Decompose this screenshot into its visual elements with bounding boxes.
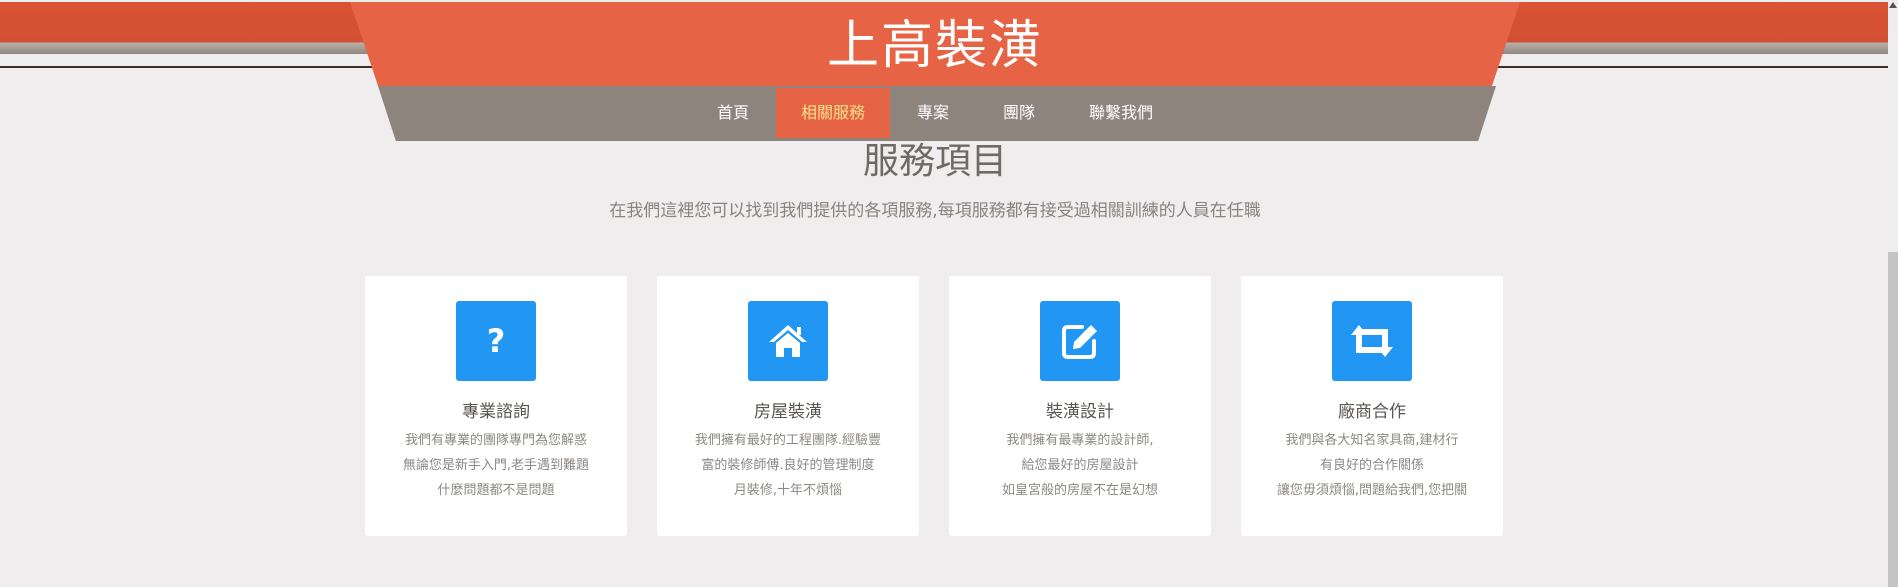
card-desc-line: 讓您毋須煩惱,問題給我們,您把關: [1276, 483, 1468, 498]
card-desc-line: 我們擁有最專業的設計師,: [1006, 433, 1154, 448]
home-icon: [748, 301, 828, 381]
service-card-consult: ? 專業諮詢 我們有專業的團隊專門為您解惑 無論您是新手入門,老手遇到難題 什麼…: [365, 276, 627, 536]
nav-team[interactable]: 團隊: [976, 88, 1062, 138]
nav-services[interactable]: 相關服務: [775, 88, 890, 138]
section-title: 服務項目: [862, 141, 1007, 182]
card-desc-line: 什麼問題都不是問題: [437, 483, 555, 498]
scroll-thumb[interactable]: [1888, 252, 1898, 587]
main-nav: 首頁 相關服務 專案 團隊 聯繫我們: [0, 88, 1870, 138]
nav-contact[interactable]: 聯繫我們: [1062, 88, 1180, 138]
retweet-icon: [1332, 301, 1412, 381]
card-desc-line: 月裝修,十年不煩惱: [733, 483, 843, 498]
service-card-partner: 廠商合作 我們與各大知名家具商,建材行 有良好的合作關係 讓您毋須煩惱,問題給我…: [1241, 276, 1503, 536]
card-description: 我們與各大知名家具商,建材行 有良好的合作關係 讓您毋須煩惱,問題給我們,您把關: [1251, 428, 1493, 503]
card-desc-line: 如皇宮般的房屋不在是幻想: [1001, 483, 1158, 498]
card-description: 我們有專業的團隊專門為您解惑 無論您是新手入門,老手遇到難題 什麼問題都不是問題: [375, 428, 617, 503]
edit-icon: [1040, 301, 1120, 381]
service-card-renovation: 房屋裝潢 我們擁有最好的工程團隊.經驗豐 富的裝修師傅.良好的管理制度 月裝修,…: [657, 276, 919, 536]
service-cards: ? 專業諮詢 我們有專業的團隊專門為您解惑 無論您是新手入門,老手遇到難題 什麼…: [365, 276, 1505, 536]
service-card-design: 裝潢設計 我們擁有最專業的設計師, 給您最好的房屋設計 如皇宮般的房屋不在是幻想: [949, 276, 1211, 536]
card-desc-line: 富的裝修師傅.良好的管理制度: [701, 458, 875, 473]
svg-text:?: ?: [487, 322, 506, 360]
card-description: 我們擁有最專業的設計師, 給您最好的房屋設計 如皇宮般的房屋不在是幻想: [959, 428, 1201, 503]
site-logo[interactable]: 上高裝潢: [0, 12, 1870, 80]
card-description: 我們擁有最好的工程團隊.經驗豐 富的裝修師傅.良好的管理制度 月裝修,十年不煩惱: [667, 428, 909, 503]
card-desc-line: 我們有專業的團隊專門為您解惑: [404, 433, 587, 448]
nav-home[interactable]: 首頁: [690, 88, 776, 138]
nav-projects[interactable]: 專案: [890, 88, 976, 138]
card-desc-line: 有良好的合作關係: [1319, 458, 1424, 473]
card-desc-line: 我們擁有最好的工程團隊.經驗豐: [694, 433, 882, 448]
question-icon: ?: [456, 301, 536, 381]
vertical-scrollbar[interactable]: [1888, 0, 1898, 587]
card-desc-line: 給您最好的房屋設計: [1021, 458, 1139, 473]
section-subtitle: 在我們這裡您可以找到我們提供的各項服務,每項服務都有接受過相關訓練的人員在任職: [609, 201, 1261, 221]
card-desc-line: 無論您是新手入門,老手遇到難題: [402, 458, 590, 473]
card-title: 裝潢設計: [1046, 402, 1114, 422]
card-desc-line: 我們與各大知名家具商,建材行: [1285, 433, 1459, 448]
card-title: 廠商合作: [1338, 402, 1406, 422]
card-title: 專業諮詢: [462, 402, 530, 422]
card-title: 房屋裝潢: [754, 402, 822, 422]
scroll-up-arrow-icon[interactable]: [1889, 2, 1897, 8]
